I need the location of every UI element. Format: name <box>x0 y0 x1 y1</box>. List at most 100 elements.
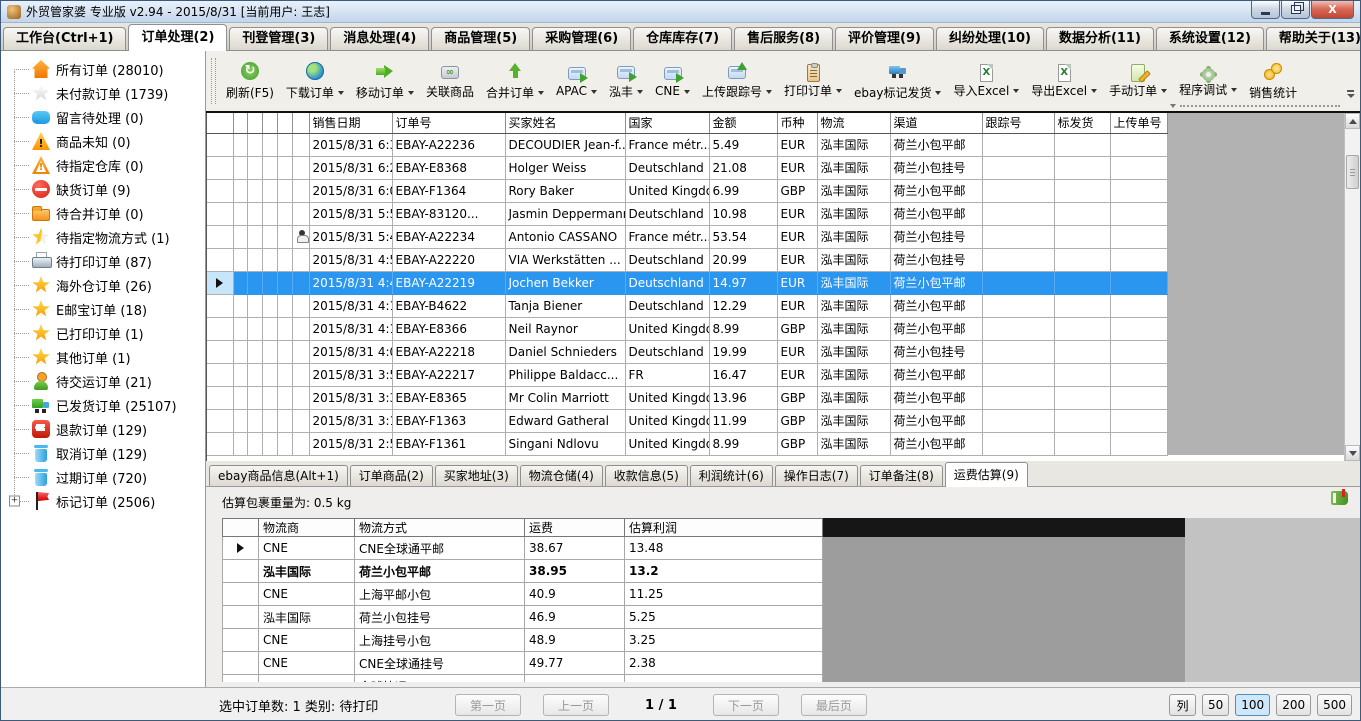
link-products-button[interactable]: ∞关联商品 <box>420 60 480 103</box>
toolbar-grip[interactable] <box>211 58 216 104</box>
menu-tab-dispute-processing[interactable]: 纠纷处理(10) <box>936 27 1044 50</box>
dropdown-caret-icon[interactable] <box>338 91 344 95</box>
sidebar-item-unknown-product[interactable]: 商品未知 (0) <box>1 129 205 153</box>
export-excel-button[interactable]: X导出Excel <box>1025 61 1103 102</box>
scrollbar-thumb[interactable] <box>1346 155 1359 189</box>
cne-button[interactable]: CNE <box>649 61 696 101</box>
page-size-50-button[interactable]: 50 <box>1202 694 1229 716</box>
order-row[interactable]: 2015/8/31 4:46EBAY-A22219Jochen BekkerDe… <box>207 271 1344 294</box>
column-header[interactable]: 销售日期 <box>309 113 392 133</box>
debug-button[interactable]: 程序调试 <box>1173 62 1243 101</box>
column-header[interactable]: 标发货 <box>1054 113 1110 133</box>
dropdown-caret-icon[interactable] <box>684 90 690 94</box>
column-header[interactable]: 上传单号 <box>1110 113 1167 133</box>
freight-row[interactable]: CNE上海平邮小包40.911.25 <box>223 583 823 606</box>
menu-tab-message-processing[interactable]: 消息处理(4) <box>330 27 429 50</box>
dropdown-caret-icon[interactable] <box>1091 89 1097 93</box>
freight-column-header[interactable]: 运费 <box>525 519 625 537</box>
sidebar-item-expired-orders[interactable]: 过期订单 (720) <box>1 465 205 489</box>
manual-order-button[interactable]: 手动订单 <box>1103 61 1173 102</box>
freight-row[interactable]: CNE上海挂号小包48.93.25 <box>223 629 823 652</box>
detail-tab-order-products[interactable]: 订单商品(2) <box>350 465 433 486</box>
order-row[interactable]: 2015/8/31 6:08EBAY-F1364Rory BakerUnited… <box>207 179 1344 202</box>
menu-tab-data-analysis[interactable]: 数据分析(11) <box>1046 27 1154 50</box>
menu-tab-order-processing[interactable]: 订单处理(2) <box>128 24 227 51</box>
sidebar-item-printed-orders[interactable]: 已打印订单 (1) <box>1 321 205 345</box>
order-row[interactable]: 2015/8/31 6:28EBAY-E8368Holger WeissDeut… <box>207 156 1344 179</box>
menu-tab-product-management[interactable]: 商品管理(5) <box>431 27 530 50</box>
menu-tab-warehouse-inventory[interactable]: 仓库库存(7) <box>633 27 732 50</box>
vertical-scrollbar[interactable] <box>1344 113 1360 461</box>
freight-row[interactable]: CNECNE全球通挂号49.772.38 <box>223 652 823 675</box>
detail-tab-buyer-address[interactable]: 买家地址(3) <box>435 465 518 486</box>
order-row[interactable]: 2015/8/31 4:11EBAY-E8366Neil RaynorUnite… <box>207 317 1344 340</box>
dropdown-caret-icon[interactable] <box>591 90 597 94</box>
menu-tab-system-settings[interactable]: 系统设置(12) <box>1156 27 1264 50</box>
menu-tab-review-management[interactable]: 评价管理(9) <box>835 27 934 50</box>
freight-column-header[interactable]: 物流方式 <box>355 519 525 537</box>
order-row[interactable]: 2015/8/31 5:59EBAY-83120...Jasmin Depper… <box>207 202 1344 225</box>
column-header[interactable]: 币种 <box>777 113 817 133</box>
menu-tab-listing-management[interactable]: 刊登管理(3) <box>229 27 328 50</box>
order-row[interactable]: 2015/8/31 3:53EBAY-A22217Philippe Baldac… <box>207 363 1344 386</box>
print-orders-button[interactable]: 打印订单 <box>778 61 848 102</box>
detail-tab-logistics-warehouse[interactable]: 物流仓储(4) <box>520 465 603 486</box>
sidebar-item-pending-print-orders[interactable]: 待打印订单 (87) <box>1 249 205 273</box>
freight-row[interactable]: 泓丰国际荷兰小包挂号46.95.25 <box>223 606 823 629</box>
dropdown-caret-icon[interactable] <box>538 91 544 95</box>
order-row[interactable]: 2015/8/31 4:16EBAY-B4622Tanja BienerDeut… <box>207 294 1344 317</box>
move-orders-button[interactable]: 移动订单 <box>350 59 420 104</box>
dropdown-caret-icon[interactable] <box>1231 88 1237 92</box>
column-header[interactable]: 渠道 <box>890 113 982 133</box>
order-row[interactable]: 2015/8/31 3:30EBAY-E8365Mr Colin Marriot… <box>207 386 1344 409</box>
toolbar-overflow-icon[interactable] <box>1344 85 1357 103</box>
order-row[interactable]: 2015/8/31 3:18EBAY-F1363Edward GatheralU… <box>207 409 1344 432</box>
sidebar-item-pending-messages[interactable]: 留言待处理 (0) <box>1 105 205 129</box>
sidebar-item-overseas-warehouse-orders[interactable]: 海外仓订单 (26) <box>1 273 205 297</box>
menu-tab-workbench[interactable]: 工作台(Ctrl+1) <box>3 27 126 50</box>
dropdown-caret-icon[interactable] <box>766 90 772 94</box>
next-page-button[interactable]: 下一页 <box>713 694 779 716</box>
detail-tab-freight-estimate[interactable]: 运费估算(9) <box>945 462 1028 487</box>
sidebar-item-eub-orders[interactable]: E邮宝订单 (18) <box>1 297 205 321</box>
dropdown-caret-icon[interactable] <box>935 91 941 95</box>
order-row[interactable]: 2015/8/31 4:00EBAY-A22218Daniel Schniede… <box>207 340 1344 363</box>
scroll-down-icon[interactable] <box>1345 445 1360 461</box>
column-header[interactable]: 物流 <box>817 113 890 133</box>
page-size-200-button[interactable]: 200 <box>1276 694 1311 716</box>
columns-button[interactable]: 列 <box>1169 694 1196 716</box>
sidebar-item-flagged-orders[interactable]: +标记订单 (2506) <box>1 489 205 513</box>
detail-tab-ebay-product-info[interactable]: ebay商品信息(Alt+1) <box>209 465 348 486</box>
sidebar-item-other-orders[interactable]: 其他订单 (1) <box>1 345 205 369</box>
sidebar-item-pending-merge-orders[interactable]: 待合并订单 (0) <box>1 201 205 225</box>
freight-row[interactable]: CNECNE全球通平邮38.6713.48 <box>223 537 823 560</box>
detail-tab-profit-stats[interactable]: 利润统计(6) <box>690 465 773 486</box>
minimize-button[interactable] <box>1251 1 1280 19</box>
detail-tab-payment-info[interactable]: 收款信息(5) <box>605 465 688 486</box>
apac-button[interactable]: APAC <box>550 61 603 101</box>
column-header[interactable]: 国家 <box>625 113 709 133</box>
sidebar-item-refund-orders[interactable]: 退款订单 (129) <box>1 417 205 441</box>
ebay-mark-shipped-button[interactable]: ebay标记发货 <box>848 59 947 104</box>
close-button[interactable]: X <box>1311 1 1354 19</box>
detail-tab-operation-log[interactable]: 操作日志(7) <box>775 465 858 486</box>
freight-row[interactable]: 全球快运 <box>223 675 823 683</box>
detail-tab-order-notes[interactable]: 订单备注(8) <box>860 465 943 486</box>
sidebar-item-cancelled-orders[interactable]: 取消订单 (129) <box>1 441 205 465</box>
dropdown-caret-icon[interactable] <box>408 91 414 95</box>
import-excel-button[interactable]: X导入Excel <box>947 61 1025 102</box>
sidebar-item-pending-logistics-method[interactable]: 待指定物流方式 (1) <box>1 225 205 249</box>
order-row[interactable]: 2015/8/31 6:37EBAY-A22236DECOUDIER Jean-… <box>207 133 1344 156</box>
prev-page-button[interactable]: 上一页 <box>543 694 609 716</box>
hongfeng-button[interactable]: 泓丰 <box>603 60 649 103</box>
order-row[interactable]: 2015/8/31 4:53EBAY-A22220VIA Werkstätten… <box>207 248 1344 271</box>
download-orders-button[interactable]: 下载订单 <box>280 59 350 104</box>
column-header[interactable]: 金额 <box>709 113 777 133</box>
first-page-button[interactable]: 第一页 <box>455 694 521 716</box>
dropdown-caret-icon[interactable] <box>637 90 643 94</box>
upload-tracking-button[interactable]: 上传跟踪号 <box>696 60 778 103</box>
dropdown-caret-icon[interactable] <box>1013 89 1019 93</box>
merge-orders-button[interactable]: 合并订单 <box>480 59 550 104</box>
sidebar-item-shipped-orders[interactable]: 已发货订单 (25107) <box>1 393 205 417</box>
refresh-button[interactable]: ↻刷新(F5) <box>220 59 280 104</box>
